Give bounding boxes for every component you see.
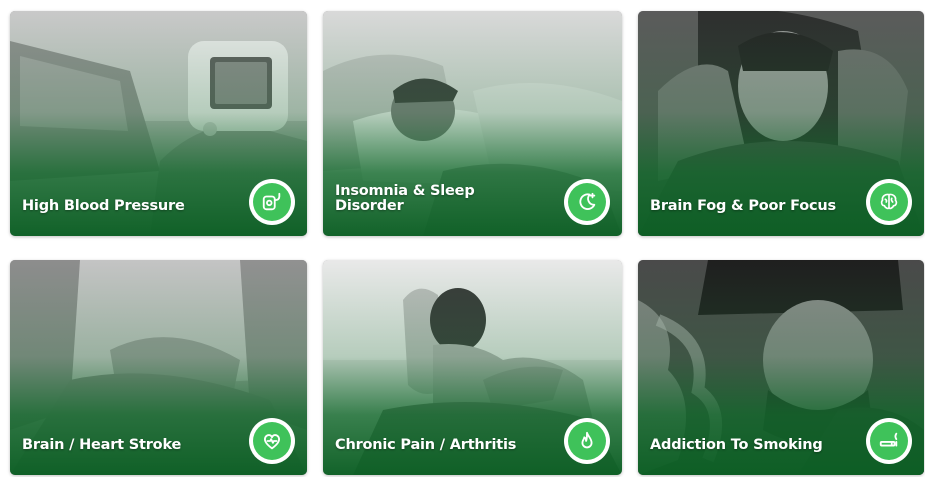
card-label: Addiction To Smoking [650, 437, 823, 453]
card-addiction-to-smoking[interactable]: Addiction To Smoking [638, 260, 924, 475]
card-label: Chronic Pain / Arthritis [335, 437, 517, 453]
card-brain-heart-stroke[interactable]: Brain / Heart Stroke [10, 260, 307, 475]
card-brain-fog-poor-focus[interactable]: Brain Fog & Poor Focus [638, 11, 924, 236]
card-label: Brain Fog & Poor Focus [650, 198, 836, 214]
icon-badge [249, 418, 295, 464]
icon-badge [564, 179, 610, 225]
card-label: Insomnia & Sleep Disorder [335, 183, 475, 214]
card-chronic-pain-arthritis[interactable]: Chronic Pain / Arthritis [323, 260, 622, 475]
icon-badge [866, 179, 912, 225]
cigarette-icon [870, 422, 908, 460]
icon-badge [564, 418, 610, 464]
flame-icon [568, 422, 606, 460]
card-insomnia-sleep-disorder[interactable]: Insomnia & Sleep Disorder [323, 11, 622, 236]
card-high-blood-pressure[interactable]: High Blood Pressure [10, 11, 307, 236]
card-label: Brain / Heart Stroke [22, 437, 182, 453]
condition-grid: High Blood Pressure Insomnia & Sleep Dis… [0, 0, 925, 477]
icon-badge [249, 179, 295, 225]
heart-pulse-icon [253, 422, 291, 460]
brain-icon [870, 183, 908, 221]
icon-badge [866, 418, 912, 464]
card-label: High Blood Pressure [22, 198, 185, 214]
blood-pressure-monitor-icon [253, 183, 291, 221]
moon-stars-icon [568, 183, 606, 221]
